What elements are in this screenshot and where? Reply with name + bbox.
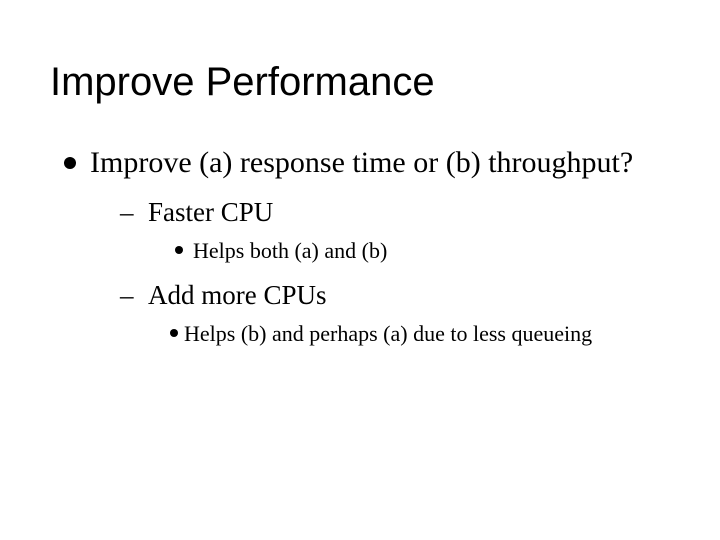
bullet-level-3: Helps both (a) and (b) bbox=[175, 238, 670, 263]
bullet-level-2: – Add more CPUs bbox=[120, 281, 670, 311]
bullet-disc-icon bbox=[175, 246, 183, 254]
bullet-text: Improve (a) response time or (b) through… bbox=[90, 145, 633, 180]
bullet-disc-icon bbox=[64, 157, 76, 169]
slide: Improve Performance Improve (a) response… bbox=[0, 0, 720, 540]
bullet-disc-icon bbox=[170, 329, 178, 337]
bullet-level-1: Improve (a) response time or (b) through… bbox=[64, 145, 670, 180]
bullet-text: Helps (b) and perhaps (a) due to less qu… bbox=[184, 321, 592, 346]
dash-icon: – bbox=[120, 281, 138, 311]
bullet-level-3: Helps (b) and perhaps (a) due to less qu… bbox=[170, 321, 670, 346]
bullet-level-2: – Faster CPU bbox=[120, 198, 670, 228]
dash-icon: – bbox=[120, 198, 138, 228]
bullet-text: Helps both (a) and (b) bbox=[193, 238, 387, 263]
bullet-text: Faster CPU bbox=[148, 198, 273, 228]
slide-title: Improve Performance bbox=[50, 60, 670, 105]
bullet-text: Add more CPUs bbox=[148, 281, 327, 311]
